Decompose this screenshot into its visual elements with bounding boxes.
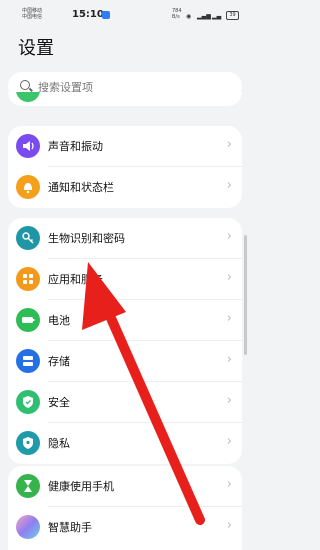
annotation-arrow: [82, 262, 205, 525]
